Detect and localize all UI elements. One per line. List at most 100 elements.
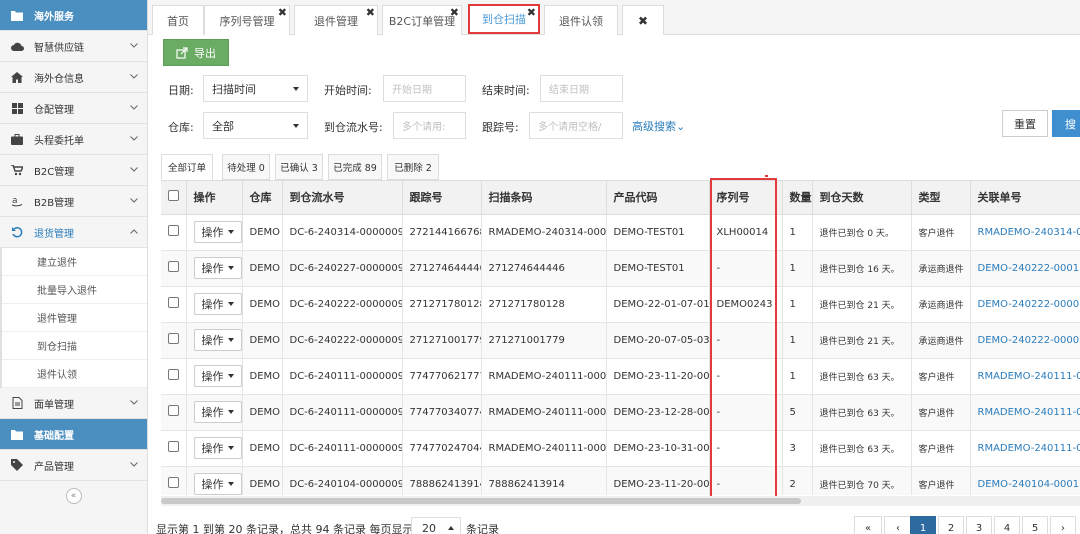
checkbox-cell — [161, 322, 187, 359]
collapse-icon[interactable]: « — [65, 488, 82, 504]
close-icon[interactable]: ✖ — [638, 14, 648, 28]
status-tab-2[interactable]: 已确认 3 — [275, 154, 323, 180]
status-tab-0[interactable]: 全部订单 — [161, 154, 213, 180]
status-tab-1[interactable]: 待处理 0 — [222, 154, 270, 180]
status-tab-4[interactable]: 已删除 2 — [387, 154, 439, 180]
table-cell[interactable]: RMADEMO-240314-0001 — [970, 214, 1080, 251]
close-icon[interactable]: ✖ — [278, 6, 287, 19]
sidebar-subitem-3[interactable]: 到仓扫描 — [2, 332, 147, 360]
table-cell[interactable]: DEMO-240104-00012 — [970, 466, 1080, 495]
row-checkbox[interactable] — [168, 297, 179, 308]
table-cell: - — [709, 322, 783, 359]
sidebar-item-3[interactable]: 仓配管理 — [0, 93, 147, 124]
row-checkbox[interactable] — [168, 477, 179, 488]
status-tab-3[interactable]: 已完成 89 — [328, 154, 382, 180]
page-link[interactable]: 3 — [966, 516, 992, 534]
action-cell: 操作 — [186, 394, 243, 431]
row-checkbox[interactable] — [168, 441, 179, 452]
page-size-select[interactable]: 20 — [411, 517, 461, 534]
export-icon — [176, 46, 188, 59]
page-link[interactable]: › — [1050, 516, 1076, 534]
table-cell[interactable]: DEMO-240222-00008 — [970, 286, 1080, 323]
advanced-search-link[interactable]: 高级搜索⌄ — [632, 118, 685, 134]
row-checkbox[interactable] — [168, 333, 179, 344]
row-action-dropdown[interactable]: 操作 — [193, 257, 241, 279]
row-action-dropdown[interactable]: 操作 — [193, 473, 241, 495]
sidebar-lower-2[interactable]: 产品管理 — [0, 450, 147, 481]
sidebar-subitem-2[interactable]: 退件管理 — [2, 304, 147, 332]
tab-2[interactable]: 退件管理 ✖ — [294, 5, 378, 35]
action-label: 操作 — [201, 334, 224, 347]
table-cell[interactable]: RMADEMO-240111-0004 — [970, 358, 1080, 395]
close-icon[interactable]: ✖ — [527, 6, 536, 19]
reset-button[interactable]: 重置 — [1002, 110, 1048, 137]
page-link[interactable]: 2 — [938, 516, 964, 534]
row-checkbox[interactable] — [168, 369, 179, 380]
row-action-dropdown[interactable]: 操作 — [193, 437, 241, 459]
select-all-checkbox[interactable] — [161, 181, 187, 215]
caret-down-icon — [227, 230, 234, 234]
table-row: 操作 DEMO DC-6-240104-00000091 788862413914 78… — [161, 466, 1080, 495]
export-button[interactable]: 导出 — [163, 39, 229, 66]
action-cell: 操作 — [186, 286, 243, 323]
checkbox-icon[interactable] — [168, 190, 179, 202]
sidebar-item-5[interactable]: B2C管理 — [0, 155, 147, 186]
scrollbar-thumb[interactable] — [161, 498, 801, 504]
sidebar-subitem-1[interactable]: 批量导入退件 — [2, 276, 147, 304]
column-header: 序列号 — [709, 181, 783, 215]
row-checkbox[interactable] — [168, 225, 179, 236]
row-action-dropdown[interactable]: 操作 — [193, 293, 241, 315]
tab-4[interactable]: 到仓扫描 ✖ — [468, 4, 540, 34]
sidebar-collapse: « — [0, 485, 147, 507]
sidebar-item-2[interactable]: 海外仓信息 — [0, 62, 147, 93]
table-cell: 1 — [782, 250, 813, 287]
table-cell: DC-6-240227-00000097 — [282, 250, 403, 287]
tab-1[interactable]: 序列号管理 ✖ — [204, 5, 290, 35]
tab-6[interactable]: ✖ — [622, 5, 664, 35]
date-type-select[interactable]: 扫描时间 — [203, 75, 308, 102]
table-cell: 1 — [782, 322, 813, 359]
sidebar-item-1[interactable]: 智慧供应链 — [0, 31, 147, 62]
app-root: 海外服务 智慧供应链 海外仓信息 仓配管理 头程委托单 B2C管理 a B2B管理 退货管理 建立… — [0, 0, 1080, 534]
row-checkbox[interactable] — [168, 261, 179, 272]
page-link[interactable]: « — [854, 516, 882, 534]
horizontal-scrollbar[interactable] — [161, 496, 1080, 506]
tab-5[interactable]: 退件认领 — [544, 5, 618, 35]
sidebar-subitem-4[interactable]: 退件认领 — [2, 360, 147, 388]
tab-3[interactable]: B2C订单管理 ✖ — [382, 5, 462, 35]
page-link[interactable]: 4 — [994, 516, 1020, 534]
table-cell: 客户退件 — [911, 430, 971, 467]
start-date-input[interactable]: 开始日期 — [383, 75, 466, 102]
page-link[interactable]: 1 — [910, 516, 936, 534]
warehouse-select[interactable]: 全部 — [203, 112, 308, 139]
row-checkbox[interactable] — [168, 405, 179, 416]
table-cell[interactable]: RMADEMO-240111-0002 — [970, 394, 1080, 431]
close-icon[interactable]: ✖ — [450, 6, 459, 19]
table-cell: DEMO — [242, 322, 283, 359]
sidebar-item-4[interactable]: 头程委托单 — [0, 124, 147, 155]
sidebar-lower-0[interactable]: 面单管理 — [0, 388, 147, 419]
sidebar-item-0[interactable]: 海外服务 — [0, 0, 147, 31]
row-action-dropdown[interactable]: 操作 — [193, 401, 241, 423]
table-cell[interactable]: RMADEMO-240111-0001 — [970, 430, 1080, 467]
sidebar-subitem-0[interactable]: 建立退件 — [2, 248, 147, 276]
close-icon[interactable]: ✖ — [366, 6, 375, 19]
sidebar-item-6[interactable]: a B2B管理 — [0, 186, 147, 217]
tab-0[interactable]: 首页 — [152, 5, 204, 35]
row-action-dropdown[interactable]: 操作 — [193, 221, 241, 243]
tracking-no-input[interactable]: 多个请用空格/ — [529, 112, 623, 139]
page-link[interactable]: ‹ — [884, 516, 912, 534]
page-link[interactable]: 5 — [1022, 516, 1048, 534]
arrival-no-input[interactable]: 多个请用: — [393, 112, 466, 139]
sidebar-item-7[interactable]: 退货管理 — [0, 217, 147, 248]
sidebar-lower-1[interactable]: 基础配置 — [0, 419, 147, 450]
table-cell: 774770621777 — [402, 358, 482, 395]
table-row: 操作 DEMO DC-6-240227-00000097 271274644446 27… — [161, 250, 1080, 287]
row-action-dropdown[interactable]: 操作 — [193, 329, 241, 351]
row-action-dropdown[interactable]: 操作 — [193, 365, 241, 387]
table-cell[interactable]: DEMO-240222-00002 — [970, 322, 1080, 359]
table-cell[interactable]: DEMO-240222-00013 — [970, 250, 1080, 287]
end-date-input[interactable]: 结束日期 — [540, 75, 623, 102]
table-cell: DEMO-TEST01 — [606, 250, 710, 287]
search-button[interactable]: 搜 — [1052, 110, 1080, 137]
